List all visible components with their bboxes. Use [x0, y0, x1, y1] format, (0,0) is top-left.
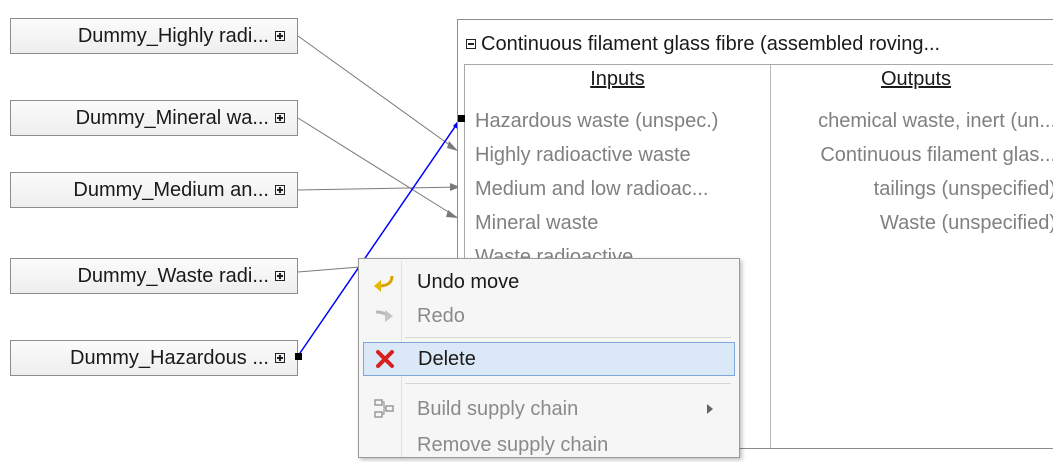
menu-item-label: Build supply chain [417, 397, 579, 420]
menu-item-build-supply-chain[interactable]: Build supply chain [363, 392, 735, 426]
context-menu: Undo move Redo Delete Build supply chain… [358, 258, 740, 458]
output-row[interactable]: tailings (unspecified) [771, 174, 1053, 204]
source-node-label: Dummy_Mineral wa... [75, 106, 269, 129]
source-node[interactable]: Dummy_Medium an... [10, 172, 298, 208]
source-node-label: Dummy_Highly radi... [77, 24, 269, 47]
menu-item-label: Redo [417, 304, 465, 327]
input-row[interactable]: Medium and low radioac... [475, 174, 765, 204]
inputs-header: Inputs [590, 68, 645, 90]
menu-separator [405, 383, 731, 384]
link-medium-low[interactable] [297, 186, 461, 191]
source-node-selected[interactable]: Dummy_Hazardous ... [10, 340, 298, 376]
source-node-label: Dummy_Waste radi... [77, 264, 269, 287]
undo-icon [369, 267, 399, 297]
source-node-label: Dummy_Hazardous ... [70, 346, 269, 369]
delete-icon [370, 344, 400, 374]
process-title-text: Continuous filament glass fibre (assembl… [481, 32, 941, 55]
input-port-handle[interactable] [458, 115, 465, 122]
menu-item-undo-move[interactable]: Undo move [363, 265, 735, 299]
source-node-label: Dummy_Medium an... [73, 178, 269, 201]
link-mineral-waste[interactable] [297, 117, 459, 219]
output-row[interactable]: chemical waste, inert (un... [771, 106, 1053, 136]
menu-item-label: Undo move [417, 270, 520, 293]
menu-separator [405, 337, 731, 338]
input-row[interactable]: Highly radioactive waste [475, 140, 765, 170]
link-highly-radioactive[interactable] [297, 35, 459, 152]
process-title[interactable]: Continuous filament glass fibre (assembl… [466, 28, 1053, 60]
redo-icon [369, 301, 399, 331]
model-graph-canvas[interactable]: Dummy_Highly radi... Dummy_Mineral wa...… [0, 0, 1053, 458]
menu-item-redo[interactable]: Redo [363, 299, 735, 333]
source-node[interactable]: Dummy_Waste radi... [10, 258, 298, 294]
menu-item-label: Delete [418, 347, 476, 370]
menu-item-label: Remove supply chain [417, 433, 609, 456]
menu-item-remove-supply-chain[interactable]: Remove supply chain [363, 428, 735, 462]
source-node[interactable]: Dummy_Mineral wa... [10, 100, 298, 136]
collapse-icon[interactable] [466, 39, 476, 49]
expand-icon[interactable] [275, 113, 285, 123]
menu-item-delete[interactable]: Delete [363, 342, 735, 376]
output-row[interactable]: Continuous filament glas... [771, 140, 1053, 170]
expand-icon[interactable] [275, 353, 285, 363]
supply-chain-icon [369, 394, 399, 424]
outputs-header: Outputs [880, 68, 952, 90]
submenu-arrow-icon [707, 404, 713, 414]
connection-handle[interactable] [295, 353, 302, 360]
expand-icon[interactable] [275, 271, 285, 281]
input-row[interactable]: Hazardous waste (unspec.) [475, 106, 765, 136]
source-node[interactable]: Dummy_Highly radi... [10, 18, 298, 54]
expand-icon[interactable] [275, 185, 285, 195]
input-row[interactable]: Mineral waste [475, 208, 765, 238]
menu-item-blank-icon [369, 430, 399, 460]
output-row[interactable]: Waste (unspecified) [771, 208, 1053, 238]
expand-icon[interactable] [275, 31, 285, 41]
